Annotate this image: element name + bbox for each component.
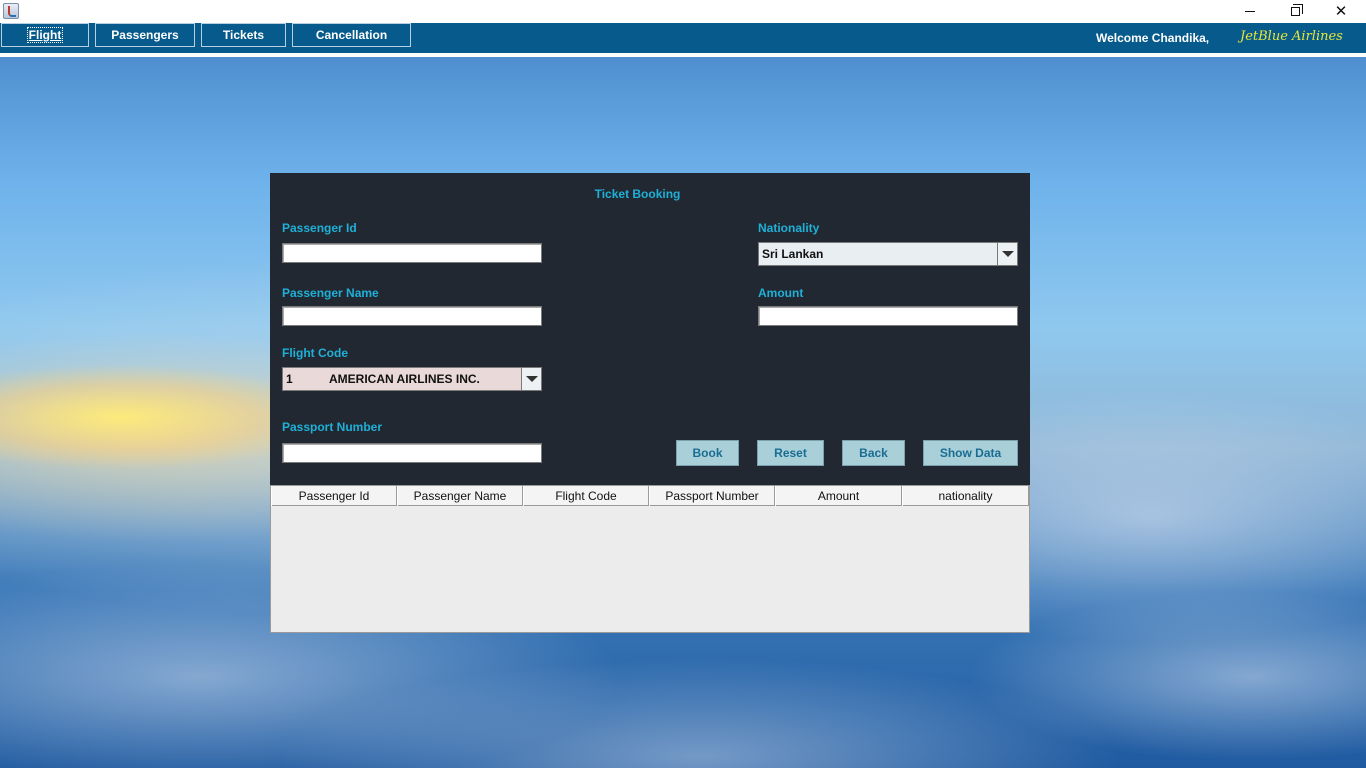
passenger-name-input[interactable]: [282, 306, 542, 326]
chevron-down-icon[interactable]: [997, 243, 1017, 265]
flight-code-label: Flight Code: [282, 346, 348, 360]
menu-cancellation-label: Cancellation: [315, 28, 388, 42]
menu-passengers-label: Passengers: [111, 28, 179, 42]
column-header-nationality[interactable]: nationality: [902, 486, 1029, 506]
passport-number-label: Passport Number: [282, 420, 383, 434]
java-app-icon: [3, 3, 19, 19]
chevron-down-icon[interactable]: [521, 368, 541, 390]
nationality-dropdown[interactable]: Sri Lankan: [758, 242, 1018, 266]
menu-tickets-label: Tickets: [222, 28, 265, 42]
reset-button[interactable]: Reset: [757, 440, 824, 466]
menu-cancellation-button[interactable]: Cancellation: [292, 23, 411, 47]
panel-title: Ticket Booking: [594, 187, 681, 201]
column-header-passenger-name[interactable]: Passenger Name: [397, 486, 523, 506]
tickets-table[interactable]: Passenger Id Passenger Name Flight Code …: [270, 485, 1030, 633]
window-titlebar: ✕: [0, 0, 1366, 23]
minimize-button[interactable]: [1227, 0, 1273, 22]
ticket-booking-panel: Ticket Booking Passenger Id Passenger Na…: [270, 173, 1030, 485]
restore-button[interactable]: [1272, 0, 1318, 22]
amount-label: Amount: [758, 286, 804, 300]
flight-code-airline: AMERICAN AIRLINES INC.: [329, 372, 480, 386]
close-button[interactable]: ✕: [1318, 0, 1364, 22]
back-button[interactable]: Back: [842, 440, 905, 466]
welcome-text: Welcome Chandika,: [1096, 31, 1210, 45]
flight-code-number: 1: [286, 372, 293, 386]
passenger-id-label: Passenger Id: [282, 221, 357, 235]
book-button[interactable]: Book: [676, 440, 739, 466]
close-icon: ✕: [1334, 2, 1348, 20]
nationality-value: Sri Lankan: [762, 247, 824, 261]
flight-code-dropdown[interactable]: 1 AMERICAN AIRLINES INC.: [282, 367, 542, 391]
menu-flight-button[interactable]: Flight: [1, 23, 89, 47]
passenger-name-label: Passenger Name: [282, 286, 379, 300]
menu-tickets-button[interactable]: Tickets: [201, 23, 286, 47]
passport-number-input[interactable]: [282, 443, 542, 463]
column-header-passenger-id[interactable]: Passenger Id: [271, 486, 397, 506]
restore-icon: [1290, 3, 1303, 16]
table-header: Passenger Id Passenger Name Flight Code …: [271, 486, 1029, 506]
column-header-passport-number[interactable]: Passport Number: [649, 486, 775, 506]
column-header-amount[interactable]: Amount: [775, 486, 902, 506]
brand-logo-text: JetBlue Airlines: [1240, 29, 1343, 44]
column-header-flight-code[interactable]: Flight Code: [523, 486, 649, 506]
passenger-id-input[interactable]: [282, 243, 542, 263]
table-body[interactable]: [271, 507, 1029, 632]
menu-passengers-button[interactable]: Passengers: [95, 23, 195, 47]
nationality-label: Nationality: [758, 221, 820, 235]
show-data-button[interactable]: Show Data: [923, 440, 1018, 466]
minimize-icon: [1245, 10, 1255, 12]
amount-input[interactable]: [758, 306, 1018, 326]
menu-flight-label: Flight: [26, 27, 64, 43]
